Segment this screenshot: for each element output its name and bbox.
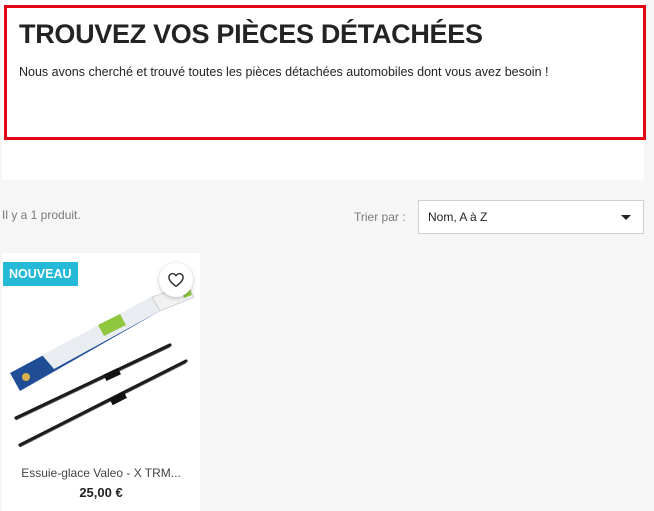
new-badge: NOUVEAU bbox=[3, 262, 78, 286]
product-price: 25,00 € bbox=[79, 485, 123, 500]
sort-select[interactable]: Nom, A à Z bbox=[418, 200, 644, 234]
product-card[interactable]: NOUVEAU Essuie-glace Valeo - X TRM... 25… bbox=[2, 253, 200, 511]
caret-down-icon bbox=[621, 214, 631, 220]
category-title-box: TROUVEZ VOS PIÈCES DÉTACHÉES Nous avons … bbox=[4, 5, 646, 140]
category-description: Nous avons cherché et trouvé toutes les … bbox=[19, 65, 549, 79]
wishlist-button[interactable] bbox=[159, 263, 193, 297]
heart-icon bbox=[168, 272, 184, 288]
product-count: Il y a 1 produit. bbox=[2, 208, 81, 222]
wiper-blade-icon bbox=[10, 284, 195, 448]
product-name[interactable]: Essuie-glace Valeo - X TRM... bbox=[2, 466, 200, 480]
sort-label: Trier par : bbox=[354, 210, 406, 224]
page-title: TROUVEZ VOS PIÈCES DÉTACHÉES bbox=[19, 19, 483, 49]
sort-selected-value: Nom, A à Z bbox=[428, 210, 488, 224]
